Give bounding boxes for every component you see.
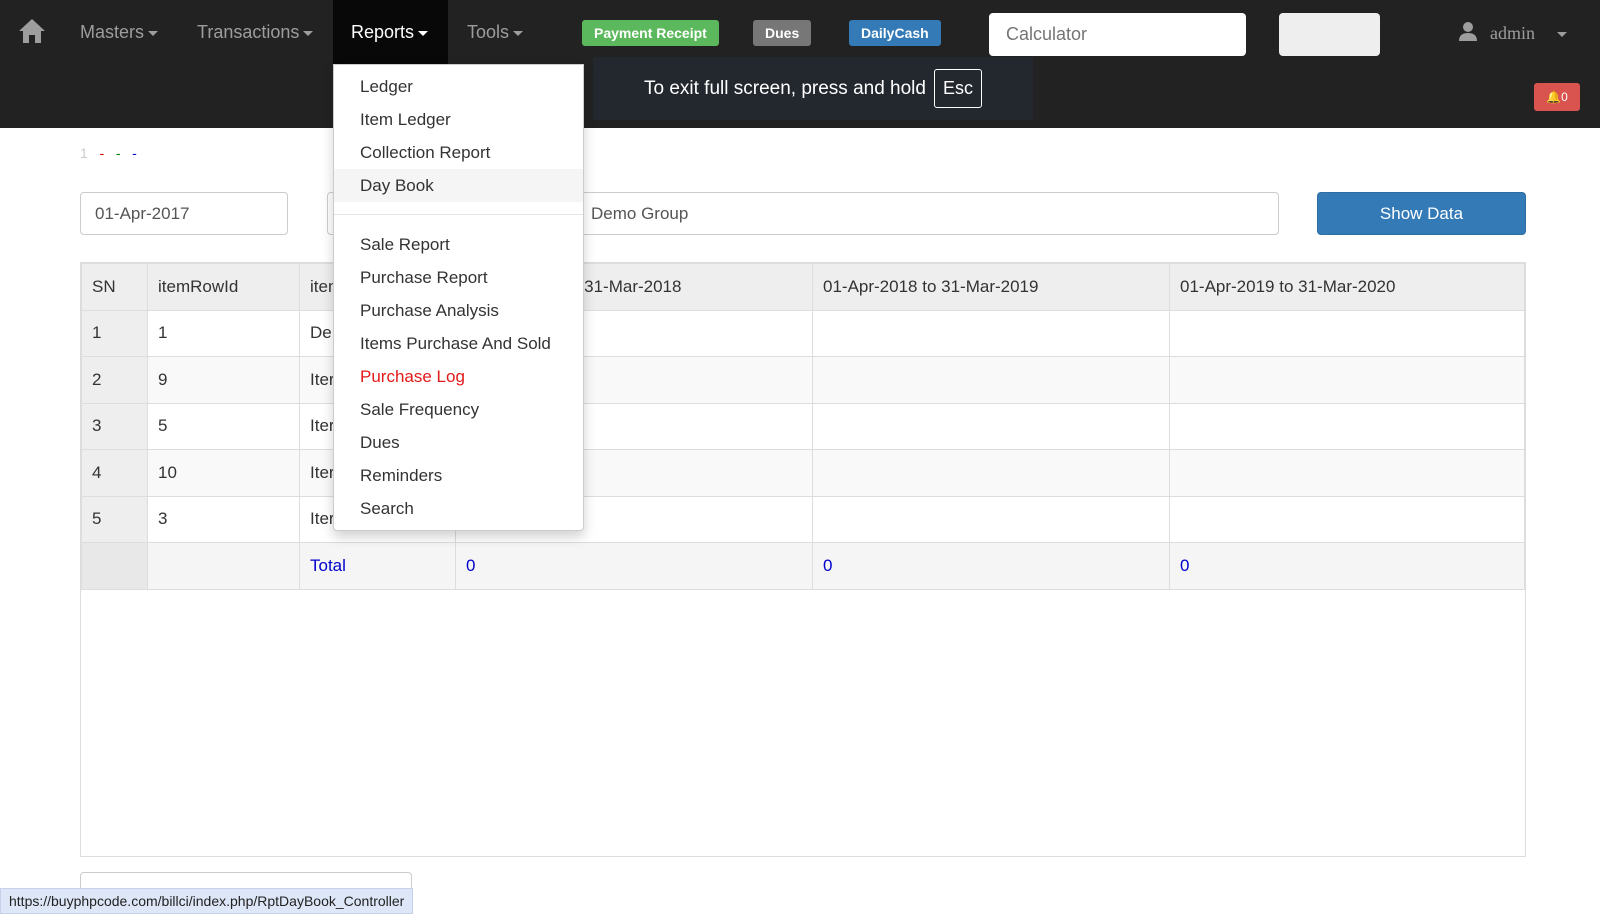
dues-button[interactable]: Dues — [753, 20, 812, 46]
total-row: Total 0 0 0 — [81, 542, 1525, 590]
nav-label: Tools — [467, 22, 510, 42]
report-table: SN itemRowId item 01-Apr-2017 to 31-Mar-… — [80, 262, 1526, 857]
caret-down-icon — [148, 30, 159, 36]
user-menu[interactable]: admin — [1458, 20, 1567, 46]
menu-item-purchase-analysis[interactable]: Purchase Analysis — [334, 294, 583, 327]
dailycash-button[interactable]: DailyCash — [849, 20, 941, 46]
table-cell — [1169, 356, 1525, 404]
menu-item-purchase-log[interactable]: Purchase Log — [334, 360, 583, 393]
caret-down-icon — [1557, 32, 1567, 38]
table-cell — [1169, 402, 1525, 450]
caret-down-icon — [513, 30, 524, 36]
table-cell — [147, 542, 300, 590]
status-url: https://buyphpcode.com/billci/index.php/… — [0, 888, 414, 914]
menu-item-collection-report[interactable]: Collection Report — [334, 136, 583, 169]
caret-down-icon — [303, 30, 314, 36]
date-input[interactable]: 01-Apr-2017 — [80, 192, 288, 235]
table-header: SN itemRowId item 01-Apr-2017 to 31-Mar-… — [81, 263, 1525, 311]
table-cell: 5 — [147, 402, 300, 450]
nav-reports[interactable]: Reports — [333, 0, 448, 64]
menu-item-item-ledger[interactable]: Item Ledger — [334, 103, 583, 136]
table-row[interactable]: 5 3 Iter — [81, 495, 1525, 543]
table-cell — [1169, 309, 1525, 357]
legend-red: - — [99, 145, 105, 161]
legend: 1 - - - — [80, 145, 137, 161]
table-cell: 2 — [81, 356, 148, 404]
table-cell — [812, 309, 1170, 357]
menu-item-ledger[interactable]: Ledger — [334, 70, 583, 103]
table-cell: 4 — [81, 449, 148, 497]
table-cell — [812, 449, 1170, 497]
nav-transactions[interactable]: Transactions — [179, 0, 331, 64]
user-icon — [1459, 22, 1477, 41]
table-cell — [1169, 449, 1525, 497]
toast-text: To exit full screen, press and hold — [643, 77, 926, 99]
table-cell — [1169, 495, 1525, 543]
reports-dropdown: Ledger Item Ledger Collection Report Day Bo… — [333, 64, 584, 531]
menu-item-sale-report[interactable]: Sale Report — [334, 228, 583, 261]
table-cell: 1 — [81, 309, 148, 357]
menu-item-day-book[interactable]: Day Book — [334, 169, 583, 202]
caret-down-icon — [418, 30, 429, 36]
table-cell: 10 — [147, 449, 300, 497]
table-cell — [81, 542, 148, 590]
table-row[interactable]: 4 10 Iter — [81, 449, 1525, 497]
notifications-button[interactable]: 🔔0 — [1534, 83, 1580, 111]
legend-blue: - — [132, 145, 137, 161]
menu-item-search[interactable]: Search — [334, 492, 583, 525]
nav-tools[interactable]: Tools — [449, 0, 541, 64]
table-row[interactable]: 3 5 Iter — [81, 402, 1525, 450]
esc-key: Esc — [933, 69, 982, 108]
table-cell: 3 — [147, 495, 300, 543]
show-data-button[interactable]: Show Data — [1317, 192, 1526, 235]
nav-masters[interactable]: Masters — [62, 0, 176, 64]
menu-divider — [334, 214, 583, 215]
fullscreen-toast: To exit full screen, press and hold Esc — [593, 57, 1033, 120]
table-cell — [812, 402, 1170, 450]
calculator-input[interactable] — [989, 13, 1246, 56]
table-cell: 3 — [81, 402, 148, 450]
nav-label: Reports — [351, 22, 415, 42]
table-row[interactable]: 2 9 Iter — [81, 356, 1525, 404]
menu-item-reminders[interactable]: Reminders — [334, 459, 583, 492]
bell-icon: 🔔 — [1546, 90, 1562, 104]
total-value: 0 — [455, 542, 813, 590]
username: admin — [1490, 23, 1535, 43]
nav-label: Masters — [80, 22, 145, 42]
payment-receipt-button[interactable]: Payment Receipt — [582, 20, 719, 46]
col-period-3[interactable]: 01-Apr-2019 to 31-Mar-2020 — [1169, 263, 1525, 311]
total-label: Total — [299, 542, 456, 590]
menu-item-dues[interactable]: Dues — [334, 426, 583, 459]
menu-item-items-purchase-and-sold[interactable]: Items Purchase And Sold — [334, 327, 583, 360]
table-cell — [812, 356, 1170, 404]
nav-label: Transactions — [197, 22, 300, 42]
table-cell — [812, 495, 1170, 543]
home-icon[interactable] — [18, 18, 46, 44]
table-cell: 5 — [81, 495, 148, 543]
table-row[interactable]: 1 1 De — [81, 309, 1525, 357]
menu-item-sale-frequency[interactable]: Sale Frequency — [334, 393, 583, 426]
table-cell: 9 — [147, 356, 300, 404]
notification-count: 0 — [1561, 90, 1568, 104]
col-sn[interactable]: SN — [81, 263, 148, 311]
legend-number: 1 — [80, 145, 88, 161]
table-cell: 1 — [147, 309, 300, 357]
col-period-2[interactable]: 01-Apr-2018 to 31-Mar-2019 — [812, 263, 1170, 311]
col-itemrowid[interactable]: itemRowId — [147, 263, 300, 311]
total-value: 0 — [812, 542, 1170, 590]
total-value: 0 — [1169, 542, 1525, 590]
legend-green: - — [115, 145, 121, 161]
blank-button[interactable] — [1279, 13, 1380, 56]
menu-item-purchase-report[interactable]: Purchase Report — [334, 261, 583, 294]
